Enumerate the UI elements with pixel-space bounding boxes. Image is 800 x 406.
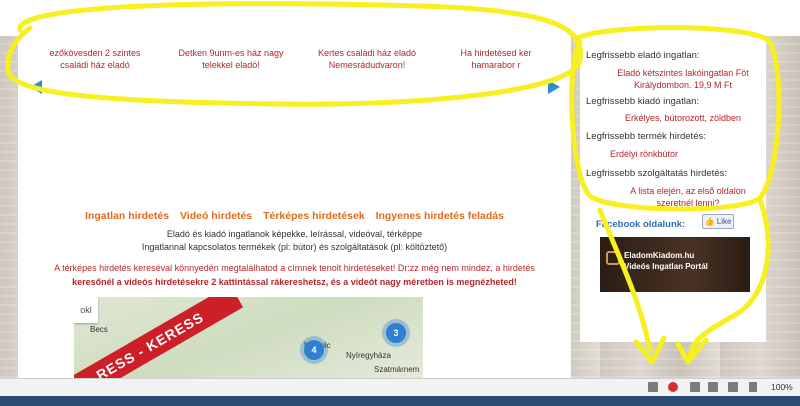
sale-value-line-1[interactable]: Eladó kétszintes lakóingatlan Föt	[600, 67, 766, 79]
slider-prev-arrow-icon[interactable]	[30, 80, 42, 94]
slider-item-3[interactable]: Kertes családi ház eladó Nemesrádudvaron…	[312, 47, 422, 71]
promo-subtitle: Videós Ingatlan Portál	[624, 262, 708, 271]
checkbox-icon[interactable]	[648, 382, 658, 392]
facebook-label: Facebook oldalunk:	[596, 219, 686, 230]
like-label: Like	[716, 217, 732, 226]
link-free-ad[interactable]: Ingyenes hirdetés feladás	[376, 210, 504, 222]
map-view[interactable]: okl Becs Miskolc Nyíregyháza Szatmárnem …	[74, 297, 423, 378]
map-cluster-marker[interactable]: 3	[386, 323, 406, 343]
product-value[interactable]: Erdélyi rönkbútor	[610, 148, 690, 160]
slider-item-2[interactable]: Detken 9unm-es ház nagy telekkel eladó!	[176, 47, 286, 71]
link-map-ads[interactable]: Térképes hirdetések	[263, 210, 365, 222]
map-city-label: Szatmárnem	[374, 365, 420, 374]
map-cluster-marker[interactable]: 4	[304, 340, 324, 360]
service-value-line-1[interactable]: A lista elején, az első oldalon	[610, 185, 766, 197]
map-zoom-control[interactable]: okl	[74, 297, 98, 323]
link-video-ad[interactable]: Videó hirdetés	[180, 210, 252, 222]
service-value-line-2[interactable]: szeretnél lenni?	[610, 197, 766, 209]
product-heading: Legfrissebb termék hirdetés:	[586, 131, 706, 142]
browser-status-bar: 100%	[0, 378, 800, 396]
slider-item-4[interactable]: Ha hirdetésed ker hamarabor r	[446, 47, 546, 71]
fullscreen-icon[interactable]	[708, 382, 718, 392]
adblock-icon[interactable]	[668, 382, 678, 392]
desc-line-4: keresőnél a videós hirdetésekre 2 kattin…	[72, 277, 517, 287]
rent-heading: Legfrissebb kiadó ingatlan:	[586, 96, 700, 107]
desc-line-1: Eladó és kiadó ingatlanok képekke, leírá…	[166, 229, 423, 239]
link-real-estate-ad[interactable]: Ingatlan hirdetés	[85, 210, 169, 222]
house-logo-icon	[606, 251, 620, 265]
map-city-label: Nyíregyháza	[346, 351, 391, 360]
nav-links: Ingatlan hirdetés Videó hirdetés Térképe…	[18, 210, 571, 222]
os-taskbar	[0, 396, 800, 406]
promo-video-banner[interactable]: EladomKiadom.hu Videós Ingatlan Portál	[600, 237, 750, 292]
desc-line-2: Ingatlannal kapcsolatos termékek (pl: bú…	[141, 242, 448, 252]
promo-title: EladomKiadom.hu	[624, 251, 695, 260]
slider-next-arrow-icon[interactable]	[548, 80, 560, 94]
desc-line-3: A térképes hirdetés kereséval könnyedén …	[54, 263, 535, 273]
text-cursor-icon[interactable]	[728, 382, 738, 392]
rent-value[interactable]: Erkélyes, bútorozott, zöldben	[600, 112, 766, 124]
sale-heading: Legfrissebb eladó ingatlan:	[586, 50, 700, 61]
thumbs-up-icon: 👍	[704, 217, 715, 226]
zoom-out-icon[interactable]	[749, 382, 757, 392]
facebook-like-button[interactable]: 👍 Like	[702, 214, 734, 229]
slider-item-1[interactable]: ezőkövesden 2 szintes családi ház eladó	[40, 47, 150, 71]
speaker-icon[interactable]	[690, 382, 700, 392]
top-strip	[0, 0, 800, 36]
zoom-level[interactable]: 100%	[771, 382, 793, 392]
sidebar: Legfrissebb eladó ingatlan: Eladó kétszi…	[580, 36, 766, 342]
main-content: ezőkövesden 2 szintes családi ház eladó …	[18, 36, 571, 378]
search-ribbon[interactable]: RESS - KERESS	[74, 297, 244, 378]
map-city-label: Becs	[90, 325, 108, 334]
sale-value-line-2[interactable]: Királydombon. 19,9 M Ft	[600, 79, 766, 91]
service-heading: Legfrissebb szolgáltatás hirdetés:	[586, 168, 727, 179]
